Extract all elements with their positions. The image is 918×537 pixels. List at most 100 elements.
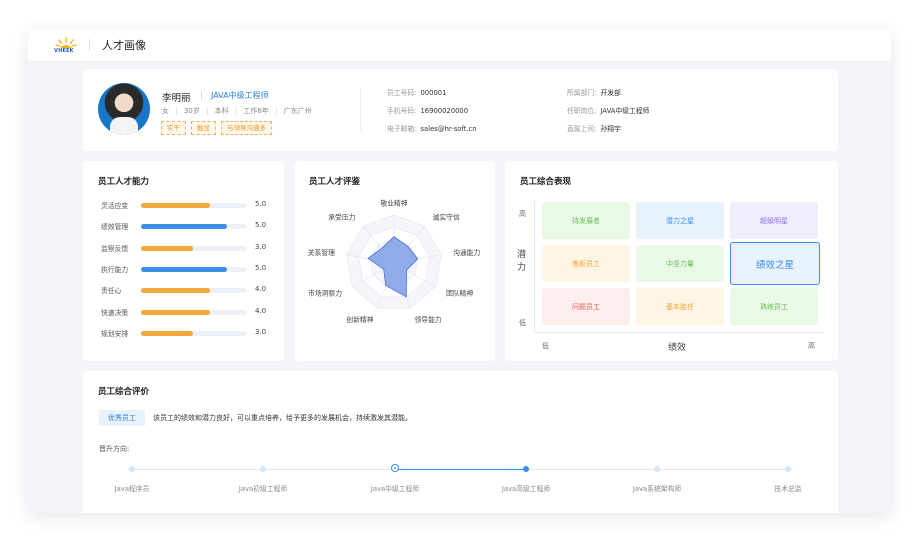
radar-axis-label: 市场洞察力 xyxy=(308,289,342,298)
performance-title: 员工综合表现 xyxy=(520,177,572,187)
radar-axis-label: 敬业精神 xyxy=(380,199,407,208)
top-bar: VHEEK 人才画像 xyxy=(28,29,891,62)
employee-meta: 女 | 30岁 | 本科 | 工作8年 | 广东广州 xyxy=(162,107,312,115)
app-window: VHEEK 人才画像 李明丽 JAVA中级工程师 女 | 30岁 | 本科 | … xyxy=(28,29,891,513)
ability-value: 3.0 xyxy=(255,327,267,336)
info-email: 电子邮箱: sales@hr-soft.cn xyxy=(387,125,477,133)
ability-label: 灵活应变 xyxy=(101,202,129,210)
ability-bar-track xyxy=(141,330,246,336)
radar-axis-label: 关系管理 xyxy=(308,248,335,257)
ability-label: 监察反馈 xyxy=(101,244,129,253)
timeline-label: 技术总监 xyxy=(774,485,802,493)
ability-title: 员工人才能力 xyxy=(98,177,150,187)
performance-card: 员工综合表现 高 潜力 低 低 绩效 高 待发展者 潜力之星 超级明星 差距员工 中坚力… xyxy=(505,161,838,361)
ability-bar-fill xyxy=(141,330,193,336)
tag-list: 实干 触显 与领导沟通多 xyxy=(161,121,272,135)
meta-age: 30岁 xyxy=(183,107,200,115)
ability-value: 4.0 xyxy=(255,306,267,315)
performance-cell[interactable]: 待发展者 xyxy=(542,202,630,239)
ability-bar-fill xyxy=(141,245,193,251)
y-axis-high: 高 xyxy=(519,210,526,218)
ability-bar-track xyxy=(141,224,246,230)
page-title: 人才画像 xyxy=(102,39,146,52)
tag: 触显 xyxy=(191,121,216,135)
radar-axis-label: 承受压力 xyxy=(328,213,355,222)
timeline-node[interactable] xyxy=(391,464,399,472)
ability-label: 绩效管理 xyxy=(101,223,129,232)
x-axis-line xyxy=(534,332,824,333)
profile-card: 李明丽 JAVA中级工程师 女 | 30岁 | 本科 | 工作8年 | 广东广州… xyxy=(83,69,838,151)
x-axis-low: 低 xyxy=(542,342,549,350)
performance-cell[interactable]: 中坚力量 xyxy=(636,245,724,282)
info-department: 所属部门: 开发部 xyxy=(567,89,621,97)
performance-cell[interactable]: 熟练员工 xyxy=(730,288,818,325)
timeline-label: Java程序员 xyxy=(114,485,150,493)
ability-row: 执行能力 5.0 xyxy=(101,264,271,274)
meta-education: 本科 xyxy=(214,107,229,115)
meta-gender: 女 xyxy=(162,107,169,115)
ability-bar-track xyxy=(141,266,246,272)
performance-cell[interactable]: 潜力之星 xyxy=(636,202,724,239)
ability-bar-track xyxy=(141,309,246,315)
radar-axis-label: 诚实守信 xyxy=(433,213,460,222)
radar-axis-label: 团队精神 xyxy=(446,289,473,298)
timeline-node[interactable] xyxy=(785,466,791,472)
meta-location: 广东广州 xyxy=(283,107,312,115)
ability-bar-track xyxy=(141,288,246,294)
ability-value: 3.0 xyxy=(255,242,267,251)
ability-label: 规划安排 xyxy=(101,329,129,338)
ability-row: 绩效管理 5.0 xyxy=(101,221,271,231)
timeline-label: Java系统架构师 xyxy=(632,485,682,493)
ability-bar-fill xyxy=(141,288,210,294)
radar-axis-label: 沟通能力 xyxy=(453,248,480,257)
info-phone: 手机号码: 16900020000 xyxy=(387,107,469,115)
performance-cell[interactable]: 差距员工 xyxy=(542,245,630,282)
timeline-node[interactable] xyxy=(654,466,660,472)
ability-label: 责任心 xyxy=(101,287,122,296)
ability-row: 灵活应变 5.0 xyxy=(101,200,271,210)
profile-divider xyxy=(360,89,361,131)
ability-card: 员工人才能力 灵活应变 5.0 绩效管理 5.0 监察反馈 3.0 执行能力 5.0 责… xyxy=(83,161,284,361)
ability-value: 5.0 xyxy=(255,221,267,230)
ability-value: 5.0 xyxy=(255,263,267,272)
timeline-node[interactable] xyxy=(129,466,135,472)
ability-bar-fill xyxy=(141,266,227,272)
evaluation-text: 该员工的绩效和潜力良好，可以重点培养，给予更多的发展机会，持续激发其潜能。 xyxy=(153,414,412,422)
ability-row: 责任心 4.0 xyxy=(101,285,271,295)
timeline-node[interactable] xyxy=(523,466,529,472)
tag: 与领导沟通多 xyxy=(221,121,272,135)
y-axis-label: 潜力 xyxy=(517,250,527,273)
timeline-label: Java中级工程师 xyxy=(370,485,420,493)
ability-row: 监察反馈 3.0 xyxy=(101,243,271,253)
x-axis-label: 绩效 xyxy=(668,343,687,353)
performance-cell[interactable]: 问题员工 xyxy=(542,288,630,325)
performance-cell[interactable]: 超级明星 xyxy=(730,202,818,239)
performance-cell[interactable]: 绩效之星 xyxy=(730,242,820,285)
radar-axis-label: 创新精神 xyxy=(346,315,373,324)
timeline-label: Java高级工程师 xyxy=(501,485,551,493)
ability-bar-track xyxy=(141,245,246,251)
employee-position: JAVA中级工程师 xyxy=(211,91,269,100)
employee-name: 李明丽 xyxy=(162,93,191,104)
info-job: 任职岗位: JAVA中级工程师 xyxy=(567,107,650,115)
timeline-label: Java初级工程师 xyxy=(238,485,288,493)
evaluation-card: 员工综合评价 优秀员工 该员工的绩效和潜力良好，可以重点培养，给予更多的发展机会… xyxy=(83,371,838,513)
ability-row: 规划安排 3.0 xyxy=(101,328,271,338)
info-employee-id: 员工号码: 000001 xyxy=(387,89,447,97)
meta-experience: 工作8年 xyxy=(243,107,269,115)
performance-cell[interactable]: 基本胜任 xyxy=(636,288,724,325)
timeline-node[interactable] xyxy=(260,466,266,472)
ability-bar-fill xyxy=(141,203,210,208)
logo-text: VHEEK xyxy=(54,48,74,54)
ability-label: 执行能力 xyxy=(101,265,129,274)
y-axis-line xyxy=(534,201,535,332)
radar-axis-label: 领导能力 xyxy=(415,315,442,324)
ability-bar-fill xyxy=(141,309,210,315)
ability-bar-fill xyxy=(141,224,227,230)
info-supervisor: 直属上司: 孙翔宇 xyxy=(567,125,621,133)
ability-value: 4.0 xyxy=(255,285,267,294)
name-divider xyxy=(201,91,202,100)
radar-chart: 敬业精神诚实守信沟通能力团队精神领导能力 创新精神 市场洞察力 关系管理 承受压力 xyxy=(308,199,481,324)
avatar xyxy=(98,83,150,135)
level-badge: 优秀员工 xyxy=(99,410,145,426)
